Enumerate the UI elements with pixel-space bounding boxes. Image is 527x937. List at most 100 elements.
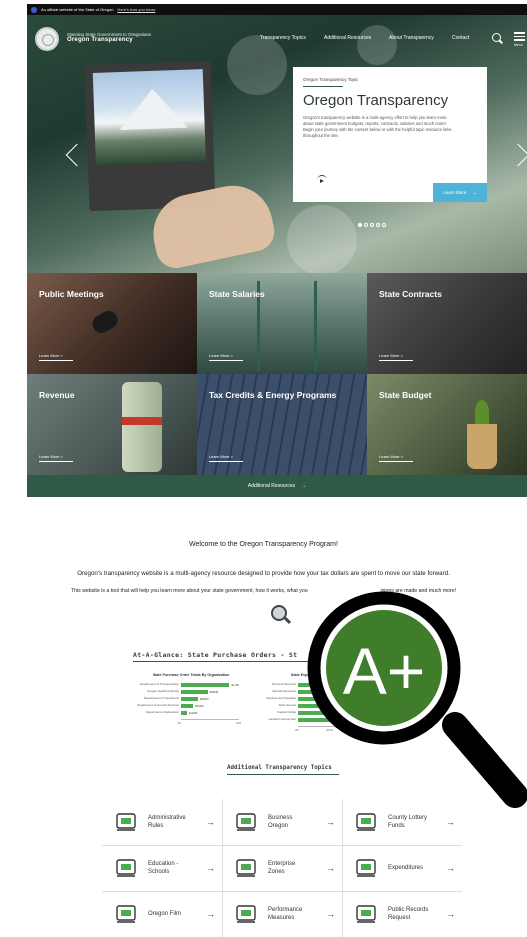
chart-value-label: $250M — [195, 703, 204, 708]
tile-tax-credits-energy[interactable]: Tax Credits & Energy Programs Learn More… — [197, 374, 367, 475]
arrow-right-icon: → — [326, 909, 335, 919]
chart-bar[interactable] — [181, 696, 198, 701]
topic-label: Public Records Request — [388, 907, 429, 921]
topic-link[interactable]: Enterprise Zones → — [222, 846, 342, 890]
carousel-dot[interactable] — [358, 223, 362, 227]
brand[interactable]: Opening State Government to Oregonians O… — [67, 32, 151, 43]
arrow-right-icon: → — [206, 817, 215, 827]
tile-state-salaries[interactable]: State Salaries Learn More > — [197, 273, 367, 374]
tile-learn-more[interactable]: Learn More > — [209, 353, 233, 358]
carousel-dot[interactable] — [364, 223, 368, 227]
state-seal-logo[interactable] — [35, 27, 59, 51]
bridge-image — [257, 281, 317, 371]
tile-revenue[interactable]: Revenue Learn More > — [27, 374, 197, 475]
chart-category-label: Department of Transportation — [139, 682, 179, 686]
graduation-books-icon — [114, 856, 138, 878]
chart-bar[interactable] — [181, 689, 208, 694]
topic-label: Performance Measures — [268, 907, 303, 921]
tile-underline — [39, 360, 73, 361]
topic-link[interactable]: Expenditures → — [342, 846, 462, 890]
chart-bar[interactable] — [298, 717, 345, 722]
chart-category-label: Oregon Health Authority — [146, 689, 179, 693]
topics-grid: Administrative Rules → Business Oregon → Cou… — [102, 799, 462, 937]
tile-underline — [209, 360, 243, 361]
banner-how-link[interactable]: Here's how you know — [117, 7, 155, 12]
intro-text-1: Oregon's transparency website is a multi… — [77, 570, 450, 577]
tile-underline — [209, 461, 243, 462]
carousel-next-arrow[interactable] — [506, 143, 527, 167]
topic-link[interactable]: County Lottery Funds → — [342, 800, 462, 844]
hero-learn-more-button[interactable]: Learn More → — [433, 183, 487, 202]
carousel-dot[interactable] — [376, 223, 380, 227]
chart-bar[interactable] — [298, 696, 351, 701]
topic-label: Business Oregon — [268, 815, 293, 829]
chart-bar[interactable] — [181, 710, 187, 715]
chart-bar[interactable] — [181, 682, 230, 687]
carousel-prev-arrow[interactable] — [65, 143, 89, 167]
chart-bar[interactable] — [298, 710, 347, 715]
topic-link[interactable]: Administrative Rules → — [102, 800, 222, 844]
topic-link[interactable]: Business Oregon → — [222, 800, 342, 844]
expenditures-chart[interactable]: State Expenditures By Personal Services Sp… — [250, 673, 370, 735]
film-camera-icon — [114, 902, 138, 924]
tile-learn-more[interactable]: Learn More > — [379, 353, 403, 358]
chart-value-label: $120M — [188, 710, 198, 715]
hero-carousel: Opening State Government to Oregonians O… — [27, 15, 527, 273]
money-roll-image — [122, 382, 162, 472]
hands-people-icon — [114, 810, 138, 832]
tile-label: State Contracts — [379, 289, 442, 299]
tile-label: State Salaries — [209, 289, 265, 299]
nav-transparency-topics[interactable]: Transparency Topics — [260, 35, 306, 41]
tile-learn-more[interactable]: Learn More > — [39, 454, 63, 459]
additional-resources-bar[interactable]: Additional Resources → — [27, 475, 527, 497]
chart-value-label: $350M — [199, 696, 209, 701]
purchase-orders-chart[interactable]: State Purchase Order Totals By Organizat… — [133, 673, 249, 735]
hero-body: Oregon's transparency website is a multi… — [303, 115, 452, 138]
chart-bar[interactable] — [298, 682, 357, 687]
carousel-dot[interactable] — [370, 223, 374, 227]
banner-text: An official website of the State of Oreg… — [41, 7, 114, 12]
arrow-right-icon: → — [301, 483, 307, 489]
topic-tiles: Public Meetings Learn More > State Salar… — [27, 273, 527, 475]
tile-underline — [39, 461, 73, 462]
topic-link[interactable]: Oregon Film → — [102, 892, 222, 936]
carousel-dot[interactable] — [382, 223, 386, 227]
chart-bar[interactable] — [298, 689, 354, 694]
tile-learn-more[interactable]: Learn More > — [379, 454, 403, 459]
tile-learn-more[interactable]: Learn More > — [209, 454, 233, 459]
chart-bar[interactable] — [298, 703, 348, 708]
menu-icon[interactable]: Menu — [514, 32, 525, 49]
intro-text-2: This website is a tool that will help yo… — [0, 588, 527, 594]
topic-link[interactable]: Public Records Request → — [342, 892, 462, 936]
chart-category-label: Department of Education — [145, 710, 179, 714]
chart-category-label: Department of Human Services — [137, 703, 179, 707]
gov-banner: An official website of the State of Oreg… — [27, 4, 527, 15]
tile-label: Revenue — [39, 390, 75, 400]
nav-contact[interactable]: Contact — [452, 35, 469, 41]
pause-play-icon[interactable] — [317, 175, 327, 185]
chart-category-label: Personal Services — [271, 682, 296, 686]
chart-category-label: Debt Service — [278, 703, 296, 707]
chart-tick-label: 0M — [295, 728, 299, 732]
city-building-icon — [234, 856, 258, 878]
chart-tick-label: 200M — [326, 728, 333, 732]
search-icon[interactable] — [492, 33, 501, 42]
business-meeting-icon — [234, 810, 258, 832]
chart-title: State Expenditures By — [290, 673, 330, 677]
nav-additional-resources[interactable]: Additional Resources — [324, 35, 371, 41]
tile-learn-more[interactable]: Learn More > — [39, 353, 63, 358]
tile-public-meetings[interactable]: Public Meetings Learn More > — [27, 273, 197, 374]
flag-icon — [31, 6, 37, 13]
bokeh-light — [287, 205, 357, 273]
brand-tagline: Opening State Government to Oregonians — [67, 32, 152, 37]
chart-bar[interactable] — [181, 703, 194, 708]
welcome-title: Welcome to the Oregon Transparency Progr… — [189, 541, 338, 548]
topic-link[interactable]: Education - Schools → — [102, 846, 222, 890]
tile-state-budget[interactable]: State Budget Learn More > — [367, 374, 527, 475]
carousel-dots — [358, 223, 386, 227]
tile-label: Tax Credits & Energy Programs — [209, 390, 337, 400]
topic-link[interactable]: Performance Measures → — [222, 892, 342, 936]
tile-state-contracts[interactable]: State Contracts Learn More > — [367, 273, 527, 374]
topic-label: Enterprise Zones — [268, 861, 296, 875]
nav-about-transparency[interactable]: About Transparency — [389, 35, 434, 41]
